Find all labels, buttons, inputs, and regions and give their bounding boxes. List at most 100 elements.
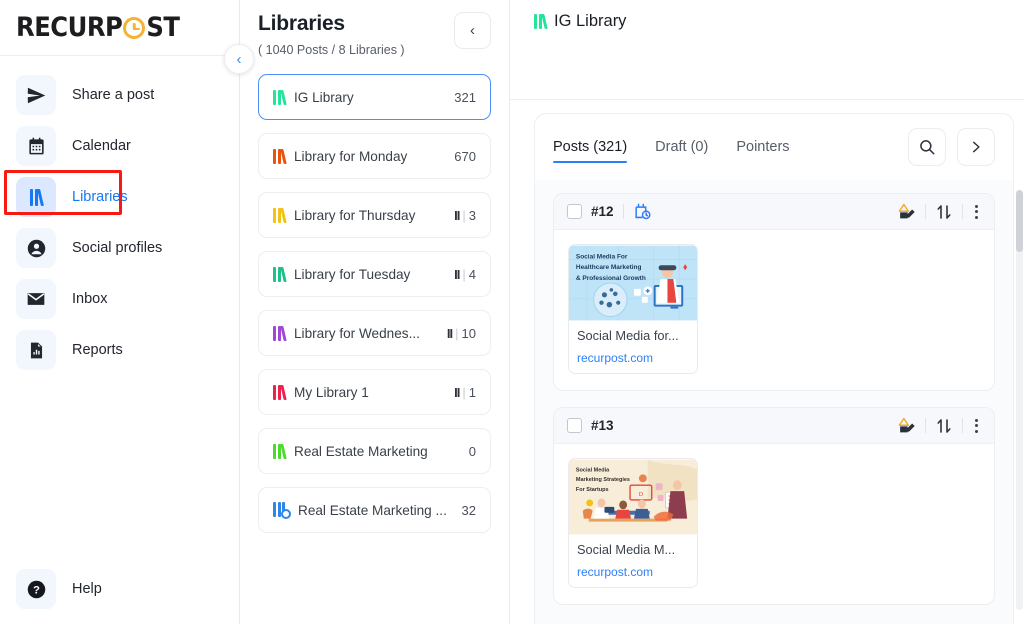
clock-icon [123,16,146,39]
tab-posts[interactable]: Posts (321) [553,114,628,180]
page-title: Libraries [258,12,345,35]
sidebar-collapse-button[interactable]: ‹ [224,44,254,74]
sidebar-nav: Share a post Calendar Libraries Social p… [0,56,239,560]
library-item-library-for-tuesday[interactable]: Library for Tuesday II | 4 [258,251,491,297]
svg-text:?: ? [33,584,40,596]
sidebar-item-label: Calendar [72,138,131,154]
more-vertical-icon[interactable] [972,204,981,219]
divider [962,418,963,433]
post-select-checkbox[interactable] [567,418,582,433]
library-count: II | 10 [446,325,476,341]
library-item-ig-library[interactable]: IG Library 321 [258,74,491,120]
libraries-count-subtitle: ( 1040 Posts / 8 Libraries ) [258,43,405,57]
chevron-right-icon[interactable] [957,128,995,166]
sidebar-item-label: Share a post [72,87,155,103]
tab-label: Pointers [736,139,790,155]
warning-edit-icon[interactable] [897,203,916,220]
posts-list: #12 Social Media For Healthcare Marketin… [535,180,1013,624]
post-link[interactable]: recurpost.com [569,351,697,373]
books-icon [273,266,287,282]
svg-text:Healthcare Marketing: Healthcare Marketing [576,264,642,271]
tab-pointers[interactable]: Pointers [736,114,789,180]
warning-edit-icon[interactable] [897,417,916,434]
post-card-header: #12 [554,194,994,230]
library-item-real-estate-marketing[interactable]: Real Estate Marketing 0 [258,428,491,474]
books-icon [273,443,287,459]
libraries-back-button[interactable]: ‹ [454,12,491,49]
library-item-library-for-thursday[interactable]: Library for Thursday II | 3 [258,192,491,238]
tab-label: Posts (321) [553,139,628,155]
post-thumbnail-card[interactable]: Social Media For Healthcare Marketing & … [568,244,698,374]
post-card-actions [897,417,981,435]
content-area: IG Library Posts (321) Draft (0) Pointer… [510,0,1024,624]
post-card: #12 Social Media For Healthcare Marketin… [553,193,995,391]
more-vertical-icon[interactable] [972,418,981,433]
library-count: 32 [461,502,476,518]
post-thumbnail-image: Social Media For Healthcare Marketing & … [569,245,697,321]
library-count-value: 10 [461,325,476,341]
sort-updown-icon[interactable] [935,203,953,221]
tab-actions [908,128,995,166]
library-item-library-for-wednesday[interactable]: Library for Wednes... II | 10 [258,310,491,356]
books-icon [534,14,548,29]
envelope-icon [16,279,56,319]
sidebar-item-inbox[interactable]: Inbox [12,277,227,321]
logo-text: RECURP ST [16,12,180,43]
svg-text:Social Media For: Social Media For [576,253,628,260]
content-scrollbar[interactable] [1016,190,1023,610]
library-name: Library for Monday [294,148,408,164]
app-logo[interactable]: RECURP ST [0,0,239,56]
divider [962,204,963,219]
library-name: Real Estate Marketing [294,443,428,459]
books-icon [273,207,287,223]
svg-text:Marketing Strategies: Marketing Strategies [576,477,630,483]
library-bars: II [446,325,453,341]
post-id: #13 [591,418,614,433]
post-select-checkbox[interactable] [567,204,582,219]
library-name: Library for Wednes... [294,325,420,341]
post-card-actions [897,203,981,221]
search-icon[interactable] [908,128,946,166]
post-card-body: Social Media For Healthcare Marketing & … [554,230,994,390]
library-name: Library for Thursday [294,207,416,223]
content-header: IG Library [510,0,1024,100]
library-item-library-for-monday[interactable]: Library for Monday 670 [258,133,491,179]
divider [925,204,926,219]
report-icon [16,330,56,370]
selected-library-title: IG Library [534,12,626,31]
post-thumbnail-card[interactable]: Social Media Marketing Strategies For St… [568,458,698,588]
left-sidebar: RECURP ST Share a post Calendar Librarie… [0,0,254,624]
sidebar-item-help[interactable]: ? Help [12,567,227,611]
post-thumbnail-image: Social Media Marketing Strategies For St… [569,459,697,535]
svg-text:For Startups: For Startups [576,487,609,493]
scrollbar-thumb[interactable] [1016,190,1023,252]
library-item-my-library-1[interactable]: My Library 1 II | 1 [258,369,491,415]
sidebar-item-calendar[interactable]: Calendar [12,124,227,168]
logo-text-part1: RECURP [16,12,123,43]
library-count-value: 3 [468,207,476,223]
calendar-icon [16,126,56,166]
post-caption: Social Media M... [577,542,676,557]
divider [925,418,926,433]
sidebar-item-reports[interactable]: Reports [12,328,227,372]
post-caption: Social Media for... [577,328,679,343]
books-icon [273,89,287,105]
sidebar-item-social-profiles[interactable]: Social profiles [12,226,227,270]
library-bars: II [454,266,460,282]
sidebar-item-share-a-post[interactable]: Share a post [12,73,227,117]
library-item-real-estate-marketing-recurring[interactable]: Real Estate Marketing ... 32 [258,487,491,533]
post-link[interactable]: recurpost.com [569,565,697,587]
calendar-clock-icon[interactable] [633,202,652,221]
sidebar-item-label: Social profiles [72,240,163,256]
svg-text:Social Media: Social Media [576,467,610,473]
sidebar-item-libraries[interactable]: Libraries [12,175,227,219]
post-id: #12 [591,204,614,219]
selected-library-name: IG Library [554,12,627,30]
tabs-row: Posts (321) Draft (0) Pointers [535,114,1013,180]
tab-draft[interactable]: Draft (0) [655,114,708,180]
books-clock-icon [273,502,291,519]
send-icon [16,75,56,115]
sort-updown-icon[interactable] [935,417,953,435]
tab-label: Draft (0) [655,139,709,155]
app-root: RECURP ST Share a post Calendar Librarie… [0,0,1024,624]
